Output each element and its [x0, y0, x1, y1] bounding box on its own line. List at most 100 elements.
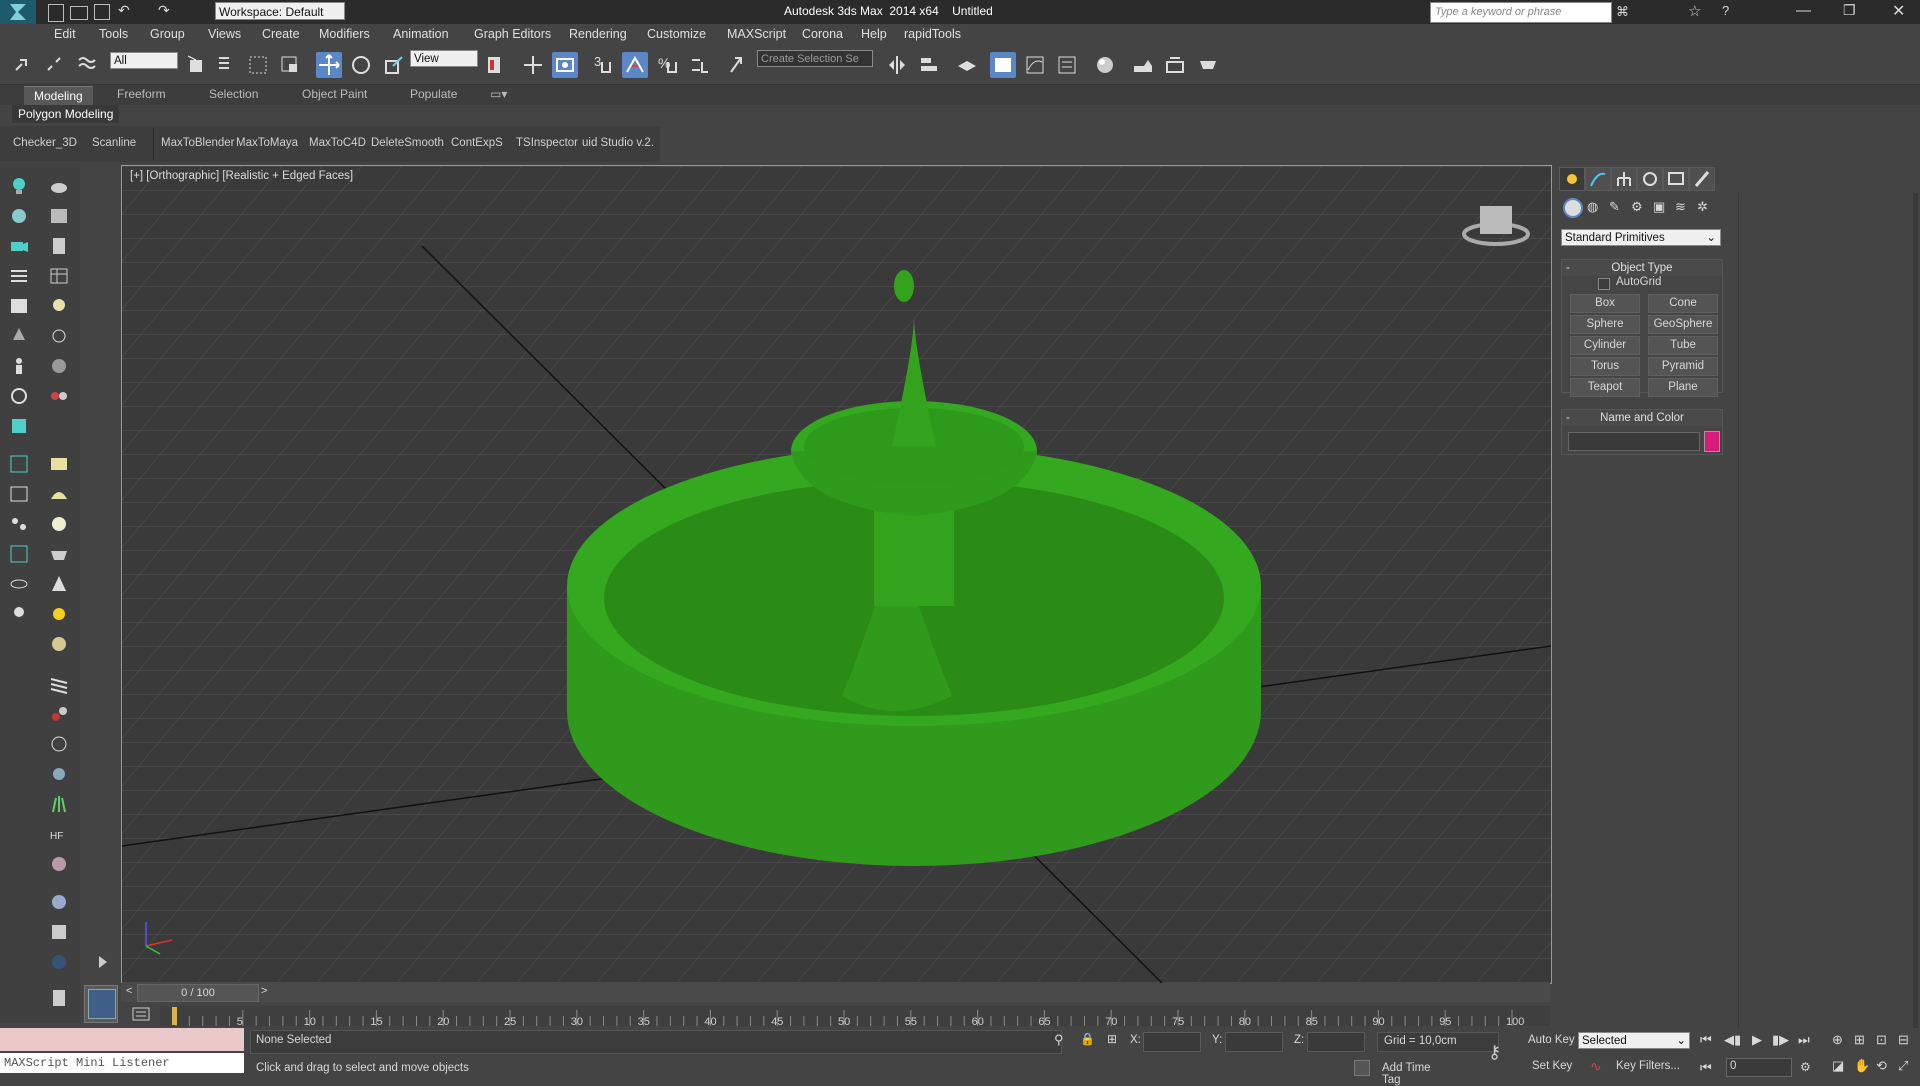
schematic-view-icon[interactable] — [1054, 52, 1080, 78]
object-type-header[interactable]: - Object Type — [1562, 260, 1722, 276]
plane-button[interactable]: Plane — [1648, 378, 1718, 397]
box-icon[interactable] — [8, 415, 30, 437]
motion-tab-icon[interactable] — [1637, 167, 1663, 191]
ribbon-panel-polygon-modeling[interactable]: Polygon Modeling — [12, 105, 120, 123]
camera-icon[interactable] — [8, 235, 30, 257]
time-tag-icon[interactable] — [1354, 1060, 1370, 1076]
expand-arrow-icon[interactable] — [92, 951, 114, 973]
shell-icon[interactable] — [48, 853, 70, 875]
key-icon[interactable]: ⚷ — [1488, 1042, 1501, 1063]
ribbon-options-icon[interactable]: ▭▾ — [490, 87, 507, 101]
menu-modifiers[interactable]: Modifiers — [319, 27, 370, 41]
pivot-center-icon[interactable] — [482, 52, 508, 78]
menu-customize[interactable]: Customize — [647, 27, 706, 41]
key-filters-button[interactable]: Key Filters... — [1616, 1060, 1680, 1072]
trajectory-icon[interactable] — [48, 325, 70, 347]
percent-snap-icon[interactable]: % — [654, 52, 680, 78]
menu-help[interactable]: Help — [861, 27, 887, 41]
unlink-icon[interactable] — [42, 52, 68, 78]
disc-icon[interactable] — [48, 633, 70, 655]
torus-button[interactable]: Torus — [1570, 357, 1640, 376]
close-button[interactable]: ✕ — [1892, 1, 1905, 21]
lock-selection-icon[interactable]: 🔒 — [1080, 1032, 1095, 1046]
lights-icon[interactable]: ✎ — [1609, 199, 1620, 215]
manipulate-icon[interactable] — [520, 52, 546, 78]
angle-snap-icon[interactable] — [622, 52, 648, 78]
workspace-dropdown[interactable]: Workspace: Default — [215, 2, 345, 20]
script-deletesmooth[interactable]: DeleteSmooth — [371, 137, 444, 149]
film-icon[interactable] — [48, 385, 70, 407]
align-icon[interactable] — [916, 52, 942, 78]
object-name-input[interactable] — [1568, 432, 1700, 451]
script-checker-3d[interactable]: Checker_3D — [13, 137, 77, 149]
help-icon[interactable]: ? — [1722, 3, 1729, 18]
document-icon[interactable] — [48, 235, 70, 257]
autogrid-checkbox[interactable] — [1598, 278, 1610, 290]
panel-scrollbar[interactable] — [1913, 193, 1918, 1028]
track-bar[interactable] — [160, 1006, 1550, 1026]
script-scanline[interactable]: Scanline — [92, 137, 136, 149]
material-icon[interactable] — [48, 921, 70, 943]
time-slider-next-icon[interactable]: > — [261, 985, 267, 997]
atom-icon[interactable] — [48, 733, 70, 755]
material-editor-icon[interactable] — [1092, 52, 1118, 78]
redo-icon[interactable]: ↷ — [158, 2, 170, 19]
person-icon[interactable] — [8, 355, 30, 377]
dome-icon[interactable] — [48, 483, 70, 505]
gear-icon[interactable] — [48, 763, 70, 785]
motion-icon[interactable] — [48, 355, 70, 377]
spinner-snap-icon[interactable] — [686, 52, 712, 78]
spacewarps-icon[interactable]: ≋ — [1675, 199, 1686, 215]
field-of-view-icon[interactable]: ◪ — [1832, 1058, 1844, 1074]
menu-rendering[interactable]: Rendering — [569, 27, 627, 41]
eye-icon[interactable] — [8, 573, 30, 595]
maxscript-listener-output[interactable] — [0, 1028, 244, 1051]
snaps-toggle-icon[interactable]: 3 — [590, 52, 616, 78]
open-file-icon[interactable] — [70, 6, 88, 20]
reference-coordinate-dropdown[interactable]: View — [410, 50, 478, 67]
zoom-icon[interactable]: ⊕ — [1832, 1032, 1843, 1048]
timeline-config-icon[interactable] — [131, 1005, 151, 1023]
create-tab-icon[interactable] — [1559, 167, 1585, 191]
menu-views[interactable]: Views — [208, 27, 241, 41]
cone-button[interactable]: Cone — [1648, 294, 1718, 313]
selection-filter-dropdown[interactable]: All — [110, 52, 178, 69]
zoom-extents-icon[interactable]: ⊡ — [1876, 1032, 1887, 1048]
layers-icon[interactable] — [8, 265, 30, 287]
bulb-icon[interactable] — [8, 603, 30, 625]
sphere-icon[interactable] — [48, 513, 70, 535]
star-icon[interactable]: ☆ — [1688, 2, 1701, 20]
rectangular-selection-icon[interactable] — [245, 52, 271, 78]
window-crossing-icon[interactable] — [277, 52, 303, 78]
name-and-color-header[interactable]: - Name and Color — [1562, 410, 1722, 426]
primitive-category-dropdown[interactable]: Standard Primitives ⌄ — [1561, 229, 1721, 246]
table-icon[interactable] — [48, 265, 70, 287]
hierarchy-tab-icon[interactable] — [1611, 167, 1637, 191]
absolute-mode-icon[interactable]: ⊞ — [1107, 1032, 1117, 1046]
bind-spacewarp-icon[interactable] — [74, 52, 100, 78]
z-coordinate-input[interactable] — [1307, 1032, 1365, 1052]
pyramid-button[interactable]: Pyramid — [1648, 357, 1718, 376]
select-and-rotate-icon[interactable] — [348, 52, 374, 78]
tab-object-paint[interactable]: Object Paint — [302, 87, 367, 101]
key-mode-toggle-icon[interactable]: ⏮ — [1700, 1060, 1712, 1076]
time-slider-thumb[interactable]: 0 / 100 — [137, 984, 259, 1002]
geometry-icon[interactable] — [1563, 198, 1583, 218]
tab-freeform[interactable]: Freeform — [117, 87, 166, 101]
curve-editor-icon[interactable] — [1022, 52, 1048, 78]
zoom-extents-all-icon[interactable]: ⊟ — [1898, 1032, 1909, 1048]
time-slider-prev-icon[interactable]: < — [126, 985, 132, 997]
list-icon[interactable] — [8, 295, 30, 317]
keyboard-shortcut-override-icon[interactable] — [552, 52, 578, 78]
plane-icon[interactable] — [48, 453, 70, 475]
x-coordinate-input[interactable] — [1143, 1032, 1201, 1052]
set-key-button[interactable]: Set Key — [1532, 1060, 1572, 1072]
zoom-all-icon[interactable]: ⊞ — [1854, 1032, 1865, 1048]
systems-icon[interactable]: ✲ — [1697, 199, 1708, 215]
next-frame-icon[interactable]: ▮▶ — [1772, 1032, 1789, 1048]
app-logo[interactable] — [0, 0, 36, 24]
clipboard-icon[interactable] — [48, 986, 70, 1008]
grid-icon[interactable] — [8, 453, 30, 475]
go-to-start-icon[interactable]: ⏮ — [1700, 1032, 1712, 1048]
stripes-icon[interactable] — [48, 673, 70, 695]
